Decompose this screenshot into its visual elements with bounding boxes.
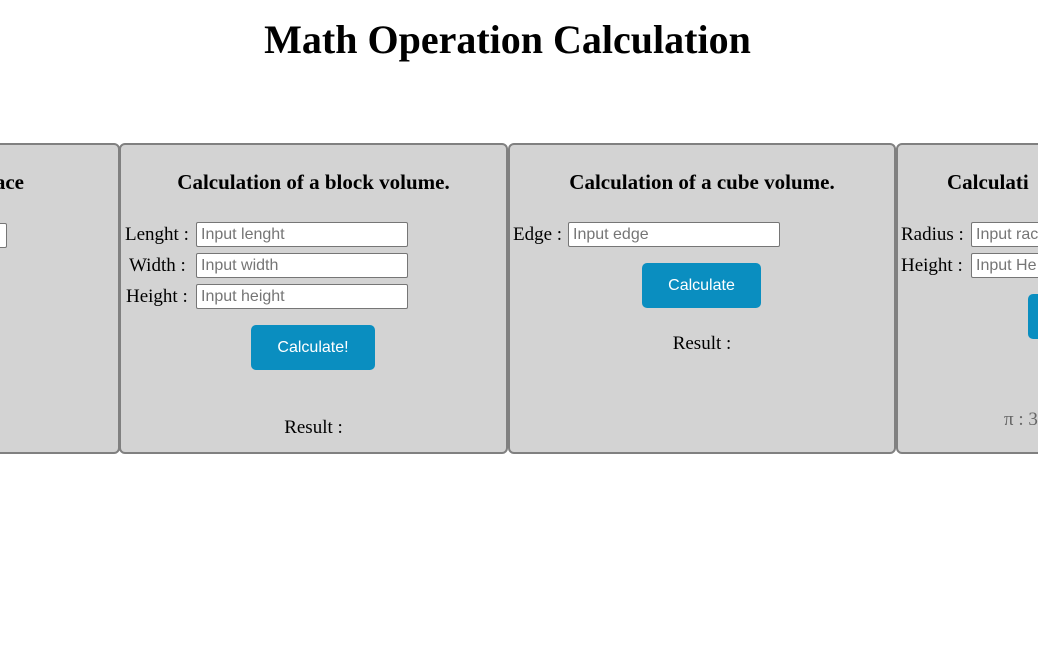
card-heading: Calculation of a cube volume. bbox=[569, 170, 835, 194]
block-volume-card: Calculation of a block volume. Lenght : … bbox=[119, 143, 508, 454]
calculate-cube-button[interactable]: Calculate bbox=[642, 263, 761, 308]
height-row: Height : bbox=[121, 284, 506, 309]
length-input[interactable] bbox=[196, 222, 408, 247]
length-label: Lenght : bbox=[125, 224, 189, 245]
edge-row: Edge : bbox=[510, 222, 894, 247]
block-result: Result : bbox=[284, 417, 343, 438]
page: Math Operation Calculation ace Calculati… bbox=[0, 0, 1038, 671]
width-row: Width : bbox=[121, 253, 506, 278]
cylinder-height-row: Height : bbox=[898, 253, 1038, 278]
width-input[interactable] bbox=[196, 253, 408, 278]
height-input[interactable] bbox=[196, 284, 408, 309]
cylinder-volume-card-partial: Calculati Radius : Height : π : 3 bbox=[896, 143, 1038, 454]
width-label: Width : bbox=[129, 255, 186, 276]
radius-input[interactable] bbox=[971, 222, 1038, 247]
edge-input[interactable] bbox=[568, 222, 780, 247]
edge-label: Edge : bbox=[513, 224, 563, 245]
cube-result: Result : bbox=[672, 333, 732, 354]
height-label: Height : bbox=[126, 286, 188, 307]
partial-input-field[interactable] bbox=[0, 223, 7, 248]
cylinder-height-label: Height : bbox=[901, 255, 963, 276]
page-title: Math Operation Calculation bbox=[264, 17, 751, 62]
card-heading: Calculation of a block volume. bbox=[177, 170, 450, 194]
pi-value: π : 3 bbox=[1004, 409, 1038, 430]
radius-label: Radius : bbox=[901, 224, 964, 245]
length-row: Lenght : bbox=[121, 222, 506, 247]
cylinder-height-input[interactable] bbox=[971, 253, 1038, 278]
input-row bbox=[0, 223, 118, 248]
card-heading: Calculati bbox=[947, 170, 1029, 194]
cube-volume-card: Calculation of a cube volume. Edge : Cal… bbox=[508, 143, 896, 454]
card-heading: ace bbox=[0, 170, 24, 194]
calculate-block-button[interactable]: Calculate! bbox=[251, 325, 375, 370]
surface-card-partial: ace bbox=[0, 143, 120, 454]
calculate-cylinder-button[interactable] bbox=[1028, 294, 1038, 339]
radius-row: Radius : bbox=[898, 222, 1038, 247]
